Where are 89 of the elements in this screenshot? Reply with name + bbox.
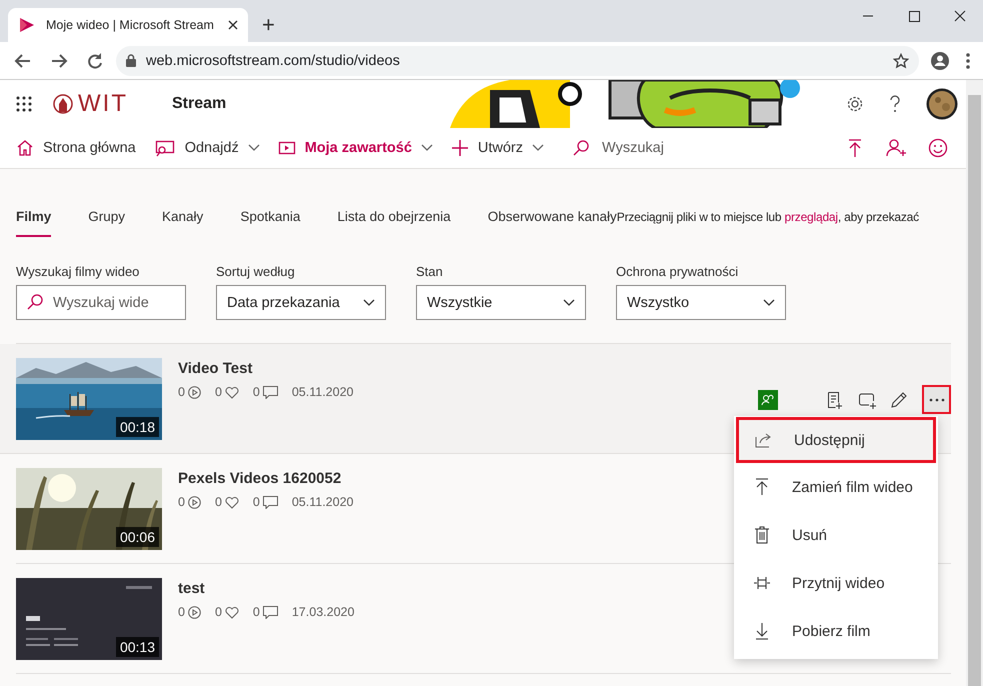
duration-badge: 00:06 [116,527,159,547]
stat-count: 0 [214,385,222,399]
more-button[interactable] [922,385,951,414]
video-title[interactable]: Video Test [178,360,354,377]
browse-link[interactable]: przeglądaj [784,210,838,224]
logo-emblem-icon [52,92,74,116]
duration-badge: 00:13 [116,637,159,657]
field-label: Stan [416,264,444,279]
lock-icon [126,54,136,67]
heart-icon [224,496,239,508]
more-icon [928,398,944,402]
search-placeholder[interactable]: Wyszukaj [602,140,664,156]
comment-icon [262,496,278,508]
nav-link[interactable]: Odnajdź [154,139,260,157]
menu-item[interactable]: Usuń [734,511,938,559]
field-label: Sortuj według [216,264,296,279]
heart-icon [224,386,239,398]
search-field[interactable]: Wyszukaj wide [16,285,186,320]
help-icon[interactable] [888,94,902,114]
tab-title: Moje wideo | Microsoft Stream [46,18,215,32]
monitor-search-icon [154,139,176,157]
stat-count: 0 [178,605,185,619]
tab[interactable]: Grupy [88,209,126,235]
edit-icon[interactable] [890,390,908,408]
trim-icon [752,575,772,591]
upload-date: 05.11.2020 [292,495,354,509]
stat-count: 0 [178,495,185,509]
trash-icon [752,526,772,544]
menu-item[interactable]: Zamień film wideo [734,463,938,511]
upload-date: 17.03.2020 [292,605,354,619]
logo-text: WIT [78,90,128,118]
add-person-icon[interactable] [886,138,906,158]
url-text: web.microsoftstream.com/studio/videos [146,52,401,68]
duration-badge: 00:18 [116,417,159,437]
tab[interactable]: Spotkania [240,209,300,235]
menu-item[interactable]: Udostępnij [736,417,936,463]
stat-count: 0 [178,385,185,399]
heart-icon [224,606,239,618]
drop-hint: Przeciągnij pliki w to miejsce lub przeglądaj, aby przekazać [616,210,919,224]
tab[interactable]: Obserwowane kanały [488,209,617,235]
new-tab-button[interactable]: + [258,12,279,38]
home-icon [16,139,34,157]
stat-count: 0 [252,495,260,509]
play-icon [188,386,201,398]
upload-icon[interactable] [846,138,864,158]
dropdown[interactable]: Wszystkie [416,285,586,320]
menu-item[interactable]: Pobierz film [734,607,938,655]
video-title[interactable]: test [178,580,354,597]
chevron-down-icon [363,298,375,306]
play-logo-icon [18,16,36,34]
add-icon[interactable] [858,390,876,408]
browser-tab[interactable]: Moje wideo | Microsoft Stream [8,8,248,42]
group-badge-icon[interactable] [758,390,778,410]
stat-count: 0 [214,605,222,619]
nav-link[interactable]: Utwórz [450,139,544,157]
app-launcher-icon[interactable] [16,96,32,112]
smiley-icon[interactable] [928,138,948,158]
tab[interactable]: Filmy [16,209,52,237]
comment-icon [262,606,278,618]
tab[interactable]: Kanały [162,209,204,235]
upload-date: 05.11.2020 [292,385,354,399]
search-icon [26,293,44,311]
address-bar[interactable]: web.microsoftstream.com/studio/videos [116,46,919,76]
field-label: Ochrona prywatności [616,264,740,279]
dropdown[interactable]: Data przekazania [216,285,386,320]
field-label: Wyszukaj filmy wideo [16,264,140,279]
add-to-list-icon[interactable] [826,390,844,408]
nav-link[interactable]: Moja zawartość [278,139,433,157]
avatar-icon[interactable] [926,88,958,120]
tab[interactable]: Lista do obejrzenia [337,209,451,235]
comment-icon [262,386,278,398]
chevron-down-icon [563,298,575,306]
close-icon[interactable] [228,20,238,30]
video-title[interactable]: Pexels Videos 1620052 [178,470,354,487]
stat-count: 0 [214,495,222,509]
star-icon[interactable] [893,52,909,68]
stat-count: 0 [252,385,260,399]
play-icon [188,606,201,618]
nav-link[interactable]: Strona główna [16,139,136,157]
plus-icon [450,139,469,157]
settings-icon[interactable] [846,95,864,113]
app-name: Stream [172,95,226,113]
video-icon [278,139,296,157]
stat-count: 0 [252,605,260,619]
dropdown[interactable]: Wszystko [616,285,786,320]
search-icon[interactable] [572,139,590,157]
scrollbar[interactable] [968,95,981,686]
play-icon [188,496,201,508]
chevron-down-icon [763,298,775,306]
